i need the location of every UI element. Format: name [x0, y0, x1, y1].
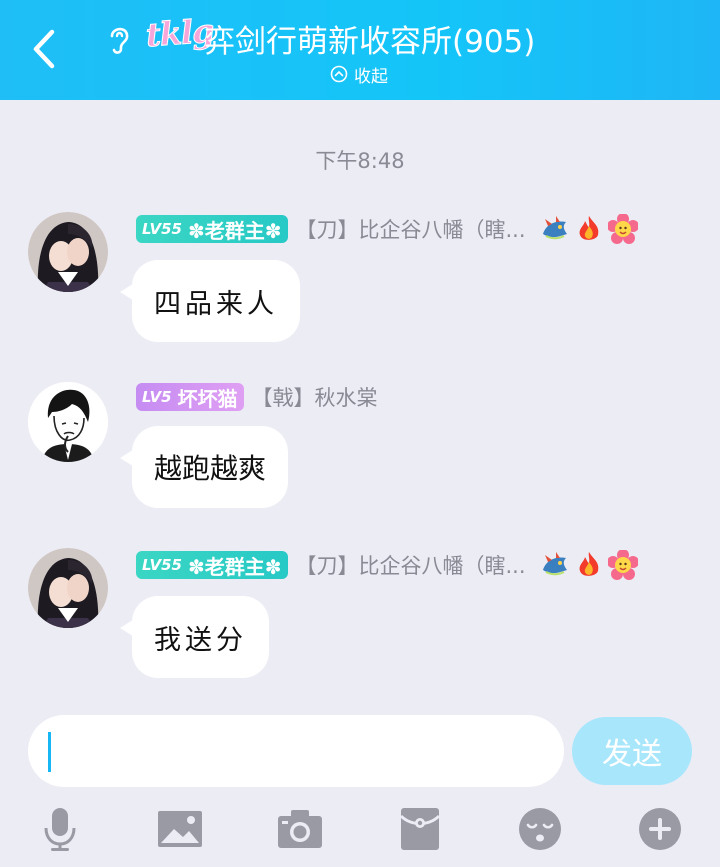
level-badge: LV55 ✽老群主✽ — [136, 215, 288, 243]
chat-toolbar — [0, 800, 720, 867]
message-input[interactable] — [28, 715, 564, 787]
fire-emblem-icon — [579, 216, 598, 240]
sender-name[interactable]: 【刀】比企谷八幡（瞎... — [296, 214, 526, 244]
avatar[interactable] — [28, 548, 108, 628]
message-text: 越跑越爽 — [154, 452, 267, 485]
group-title[interactable]: 弈剑行萌新收容所(905) — [204, 16, 535, 61]
level-text: LV55 — [142, 556, 182, 574]
flower-emblem-icon — [607, 550, 638, 580]
emoji-icon — [519, 808, 561, 850]
level-text: LV55 — [142, 220, 182, 238]
microphone-icon — [44, 808, 76, 851]
text-caret — [48, 732, 51, 772]
collapse-label: 收起 — [354, 66, 388, 87]
red-packet-icon — [399, 808, 441, 850]
more-button[interactable] — [637, 806, 683, 852]
message-text: 我送分 — [154, 624, 247, 656]
badge-title: ✽老群主✽ — [187, 554, 282, 579]
chat-header: tklg 弈剑行萌新收容所(905) 收起 — [0, 0, 720, 100]
voice-button[interactable] — [37, 806, 83, 852]
image-button[interactable] — [157, 806, 203, 852]
fire-emblem-icon — [579, 552, 598, 576]
emblem-list — [540, 214, 638, 244]
message-timestamp: 下午8:48 — [315, 149, 405, 173]
message-bubble[interactable]: 四品来人 — [120, 260, 300, 342]
sketch-boy-avatar-icon — [28, 382, 108, 462]
level-badge: LV5 坏坏猫 — [136, 383, 244, 411]
flower-emblem-icon — [607, 214, 638, 244]
message-meta: LV5 坏坏猫 【戟】秋水棠 — [136, 382, 378, 412]
avatar[interactable] — [28, 212, 108, 292]
image-icon — [158, 811, 202, 847]
badge-title: 坏坏猫 — [177, 386, 238, 411]
dragon-emblem-icon — [542, 216, 567, 240]
level-badge: LV55 ✽老群主✽ — [136, 551, 288, 579]
chevron-left-icon — [33, 29, 55, 69]
camera-icon — [278, 810, 322, 848]
chevron-up-circle-icon — [330, 65, 348, 83]
dragon-emblem-icon — [542, 552, 567, 576]
sender-name[interactable]: 【戟】秋水棠 — [252, 382, 378, 412]
red-packet-button[interactable] — [397, 806, 443, 852]
plus-icon — [639, 808, 681, 850]
message-bubble[interactable]: 我送分 — [120, 596, 269, 678]
emblem-list — [540, 550, 638, 580]
sender-name[interactable]: 【刀】比企谷八幡（瞎... — [296, 550, 526, 580]
ear-icon[interactable] — [104, 22, 134, 56]
level-text: LV5 — [142, 388, 172, 406]
anime-couple-avatar-icon — [28, 212, 108, 292]
back-button[interactable] — [22, 24, 66, 74]
composer: 发送 — [0, 704, 720, 800]
message-text: 四品来人 — [154, 288, 278, 320]
anime-couple-avatar-icon — [28, 548, 108, 628]
emoji-button[interactable] — [517, 806, 563, 852]
send-button[interactable]: 发送 — [572, 717, 692, 785]
badge-title: ✽老群主✽ — [187, 218, 282, 243]
message-meta: LV55 ✽老群主✽ 【刀】比企谷八幡（瞎... — [136, 550, 638, 580]
collapse-button[interactable]: 收起 — [330, 62, 388, 87]
avatar[interactable] — [28, 382, 108, 462]
camera-button[interactable] — [277, 806, 323, 852]
message-meta: LV55 ✽老群主✽ 【刀】比企谷八幡（瞎... — [136, 214, 638, 244]
message-bubble[interactable]: 越跑越爽 — [119, 426, 289, 508]
